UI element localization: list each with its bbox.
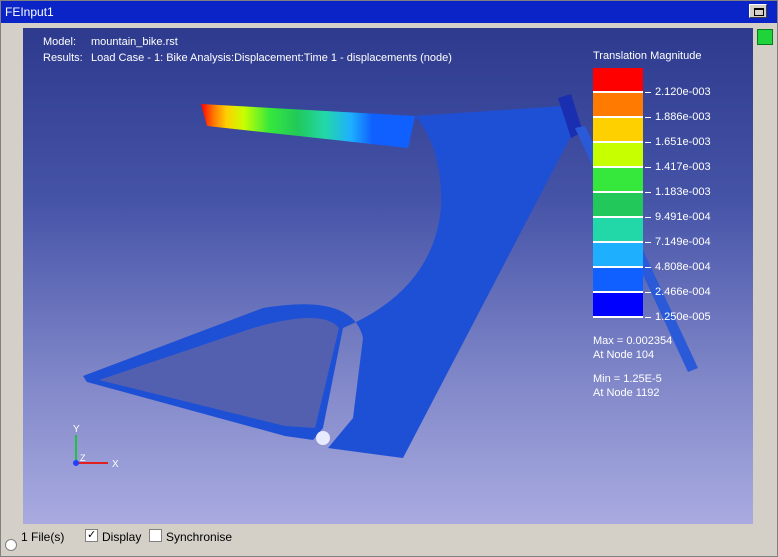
legend-tick-label: 7.149e-004	[645, 236, 711, 248]
legend-swatch	[593, 193, 643, 218]
top-tube	[201, 104, 415, 148]
fe-viewport[interactable]: Model: mountain_bike.rst Results: Load Cas…	[23, 28, 753, 524]
legend-swatch	[593, 168, 643, 193]
legend-swatch	[593, 293, 643, 318]
legend-swatch	[593, 218, 643, 243]
status-dot-icon	[5, 539, 17, 551]
title-bar[interactable]: FEInput1	[1, 1, 777, 23]
legend-tick-label: 9.491e-004	[645, 211, 711, 223]
legend-swatch	[593, 93, 643, 118]
synchronise-checkbox[interactable]	[149, 529, 162, 542]
legend-tick-label: 1.183e-003	[645, 186, 711, 198]
legend-tick-label: 1.886e-003	[645, 111, 711, 123]
legend-tick-label: 2.120e-003	[645, 86, 711, 98]
results-label: Results:	[43, 52, 83, 64]
model-value: mountain_bike.rst	[91, 36, 178, 48]
model-info: Model: mountain_bike.rst Results: Load Cas…	[43, 34, 452, 66]
restore-button[interactable]	[749, 4, 767, 18]
legend-swatch	[593, 143, 643, 168]
legend-tick-label: 1.417e-003	[645, 161, 711, 173]
legend-title: Translation Magnitude	[593, 50, 702, 62]
result-stats: Max = 0.002354 At Node 104 Min = 1.25E-5…	[593, 334, 672, 400]
max-node: At Node 104	[593, 349, 655, 361]
pivot-hole	[316, 431, 330, 445]
legend-tick-label: 2.466e-004	[645, 286, 711, 298]
y-axis-label: Y	[73, 424, 80, 435]
status-bar: 1 File(s) Display Synchronise	[1, 525, 777, 556]
file-count: 1 File(s)	[21, 530, 65, 544]
legend-tick-label: 4.808e-004	[645, 261, 711, 273]
z-axis-dot	[73, 460, 79, 466]
results-value: Load Case - 1: Bike Analysis:Displacemen…	[91, 52, 452, 64]
legend-swatch	[593, 243, 643, 268]
z-axis-label: Z	[80, 453, 86, 463]
legend-tick-label: 1.651e-003	[645, 136, 711, 148]
legend-swatch	[593, 68, 643, 93]
x-axis-label: X	[112, 459, 119, 470]
legend-swatch	[593, 268, 643, 293]
status-indicator-icon	[757, 29, 773, 45]
window-title: FEInput1	[5, 5, 54, 19]
synchronise-label: Synchronise	[166, 530, 233, 544]
min-node: At Node 1192	[593, 387, 660, 399]
legend-tick-label: 1.250e-005	[645, 311, 711, 323]
app-window: FEInput1 Model: mountain_bike.rst Result…	[0, 0, 778, 557]
bike-frame-model	[83, 94, 698, 458]
max-value: Max = 0.002354	[593, 335, 673, 347]
axis-triad: Y X Z	[73, 424, 119, 470]
restore-icon	[754, 8, 764, 16]
display-label: Display	[102, 530, 142, 544]
legend-swatch	[593, 118, 643, 143]
color-legend: 2.120e-003 1.886e-003 1.651e-003 1.417e-003…	[593, 68, 711, 323]
model-label: Model:	[43, 36, 77, 48]
frame-body	[83, 106, 571, 458]
display-checkbox[interactable]	[85, 528, 98, 542]
min-value: Min = 1.25E-5	[593, 373, 662, 385]
